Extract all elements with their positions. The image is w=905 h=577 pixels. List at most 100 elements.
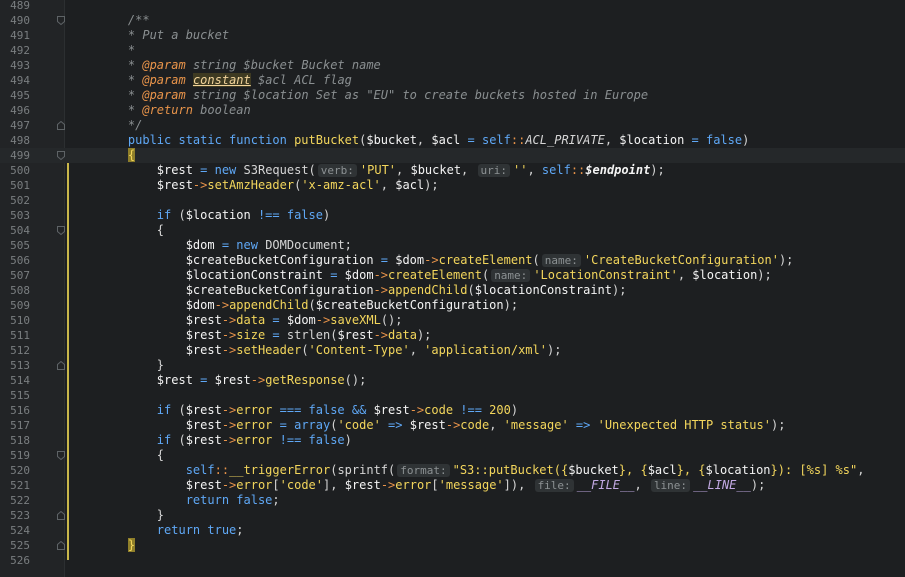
- fold-close-icon[interactable]: [57, 541, 65, 550]
- fold-close-icon[interactable]: [57, 511, 65, 520]
- code-line[interactable]: 521 $rest->error['code'], $rest->error['…: [0, 478, 905, 493]
- line-number[interactable]: 517: [0, 418, 30, 433]
- code-text[interactable]: $rest->data = $dom->saveXML();: [99, 313, 403, 328]
- code-line[interactable]: 523 }: [0, 508, 905, 523]
- code-line[interactable]: 495 * @param string $location Set as "EU…: [0, 88, 905, 103]
- line-number[interactable]: 501: [0, 178, 30, 193]
- line-number[interactable]: 526: [0, 553, 30, 568]
- code-line[interactable]: 517 $rest->error = array('code' => $rest…: [0, 418, 905, 433]
- line-number[interactable]: 496: [0, 103, 30, 118]
- line-number[interactable]: 505: [0, 238, 30, 253]
- code-line[interactable]: 500 $rest = new S3Request(verb: 'PUT', $b…: [0, 163, 905, 178]
- line-number[interactable]: 513: [0, 358, 30, 373]
- code-text[interactable]: }: [99, 508, 164, 523]
- code-text[interactable]: {: [99, 448, 164, 463]
- line-number[interactable]: 524: [0, 523, 30, 538]
- code-text[interactable]: $createBucketConfiguration->appendChild(…: [99, 283, 627, 298]
- code-text[interactable]: public static function putBucket($bucket…: [99, 133, 749, 148]
- code-text[interactable]: $rest = $rest->getResponse();: [99, 373, 367, 388]
- code-text[interactable]: self::__triggerError(sprintf(format: "S3:…: [99, 463, 864, 478]
- code-text[interactable]: {: [99, 223, 164, 238]
- line-number[interactable]: 520: [0, 463, 30, 478]
- line-number[interactable]: 511: [0, 328, 30, 343]
- code-line[interactable]: 501 $rest->setAmzHeader('x-amz-acl', $ac…: [0, 178, 905, 193]
- code-text[interactable]: $rest = new S3Request(verb: 'PUT', $bucke…: [99, 163, 665, 178]
- code-text[interactable]: $rest->error = array('code' => $rest->co…: [99, 418, 786, 433]
- fold-open-icon[interactable]: [57, 451, 65, 460]
- code-text[interactable]: }: [99, 538, 136, 553]
- code-text[interactable]: * @return boolean: [99, 103, 251, 118]
- code-line[interactable]: 502: [0, 193, 905, 208]
- code-text[interactable]: $dom = new DOMDocument;: [99, 238, 352, 253]
- code-text[interactable]: * Put a bucket: [99, 28, 229, 43]
- code-line[interactable]: 513 }: [0, 358, 905, 373]
- code-text[interactable]: if ($rest->error === false && $rest->cod…: [99, 403, 518, 418]
- code-text[interactable]: * @param string $bucket Bucket name: [99, 58, 381, 73]
- code-line[interactable]: 515: [0, 388, 905, 403]
- line-number[interactable]: 521: [0, 478, 30, 493]
- code-line[interactable]: 494 * @param constant $acl ACL flag: [0, 73, 905, 88]
- code-text[interactable]: {: [99, 148, 136, 163]
- line-number[interactable]: 502: [0, 193, 30, 208]
- code-line[interactable]: 497 */: [0, 118, 905, 133]
- code-text[interactable]: $rest->setHeader('Content-Type', 'applic…: [99, 343, 562, 358]
- code-line[interactable]: 516 if ($rest->error === false && $rest-…: [0, 403, 905, 418]
- code-line[interactable]: 524 return true;: [0, 523, 905, 538]
- code-line[interactable]: 526: [0, 553, 905, 568]
- code-text[interactable]: /**: [99, 13, 150, 28]
- line-number[interactable]: 489: [0, 0, 30, 13]
- line-number[interactable]: 498: [0, 133, 30, 148]
- line-number[interactable]: 522: [0, 493, 30, 508]
- line-number[interactable]: 490: [0, 13, 30, 28]
- code-line[interactable]: 493 * @param string $bucket Bucket name: [0, 58, 905, 73]
- line-number[interactable]: 503: [0, 208, 30, 223]
- code-line[interactable]: 519 {: [0, 448, 905, 463]
- line-number[interactable]: 495: [0, 88, 30, 103]
- code-text[interactable]: * @param constant $acl ACL flag: [99, 73, 352, 88]
- fold-open-icon[interactable]: [57, 16, 65, 25]
- code-line[interactable]: 498 public static function putBucket($bu…: [0, 133, 905, 148]
- line-number[interactable]: 499: [0, 148, 30, 163]
- code-line[interactable]: 504 {: [0, 223, 905, 238]
- line-number[interactable]: 516: [0, 403, 30, 418]
- code-line[interactable]: 492 *: [0, 43, 905, 58]
- code-text[interactable]: return false;: [99, 493, 280, 508]
- code-line[interactable]: 510 $rest->data = $dom->saveXML();: [0, 313, 905, 328]
- code-text[interactable]: *: [99, 43, 135, 58]
- code-text[interactable]: $createBucketConfiguration = $dom->creat…: [99, 253, 793, 268]
- line-number[interactable]: 506: [0, 253, 30, 268]
- line-number[interactable]: 510: [0, 313, 30, 328]
- line-number[interactable]: 515: [0, 388, 30, 403]
- fold-close-icon[interactable]: [57, 121, 65, 130]
- line-number[interactable]: 509: [0, 298, 30, 313]
- fold-open-icon[interactable]: [57, 151, 65, 160]
- code-text[interactable]: if ($rest->error !== false): [99, 433, 352, 448]
- code-text[interactable]: $rest->setAmzHeader('x-amz-acl', $acl);: [99, 178, 439, 193]
- code-line[interactable]: 507 $locationConstraint = $dom->createEl…: [0, 268, 905, 283]
- line-number[interactable]: 493: [0, 58, 30, 73]
- code-line[interactable]: 505 $dom = new DOMDocument;: [0, 238, 905, 253]
- code-text[interactable]: $locationConstraint = $dom->createElemen…: [99, 268, 772, 283]
- code-line[interactable]: 520 self::__triggerError(sprintf(format:…: [0, 463, 905, 478]
- code-text[interactable]: if ($location !== false): [99, 208, 330, 223]
- line-number[interactable]: 519: [0, 448, 30, 463]
- code-line[interactable]: 509 $dom->appendChild($createBucketConfi…: [0, 298, 905, 313]
- code-line[interactable]: 489: [0, 0, 905, 13]
- line-number[interactable]: 494: [0, 73, 30, 88]
- code-line[interactable]: 518 if ($rest->error !== false): [0, 433, 905, 448]
- code-line[interactable]: 490 /**: [0, 13, 905, 28]
- code-editor[interactable]: 489 490 /** 491 * Put a bucket 492 * 493 * @…: [0, 0, 905, 577]
- line-number[interactable]: 525: [0, 538, 30, 553]
- code-text[interactable]: $rest->error['code'], $rest->error['mess…: [99, 478, 765, 493]
- fold-open-icon[interactable]: [57, 226, 65, 235]
- line-number[interactable]: 508: [0, 283, 30, 298]
- line-number[interactable]: 512: [0, 343, 30, 358]
- code-text[interactable]: $dom->appendChild($createBucketConfigura…: [99, 298, 518, 313]
- code-line[interactable]: 512 $rest->setHeader('Content-Type', 'ap…: [0, 343, 905, 358]
- code-line[interactable]: 506 $createBucketConfiguration = $dom->c…: [0, 253, 905, 268]
- line-number[interactable]: 504: [0, 223, 30, 238]
- line-number[interactable]: 523: [0, 508, 30, 523]
- code-line[interactable]: 499 {: [0, 148, 905, 163]
- line-number[interactable]: 492: [0, 43, 30, 58]
- code-text[interactable]: */: [99, 118, 142, 133]
